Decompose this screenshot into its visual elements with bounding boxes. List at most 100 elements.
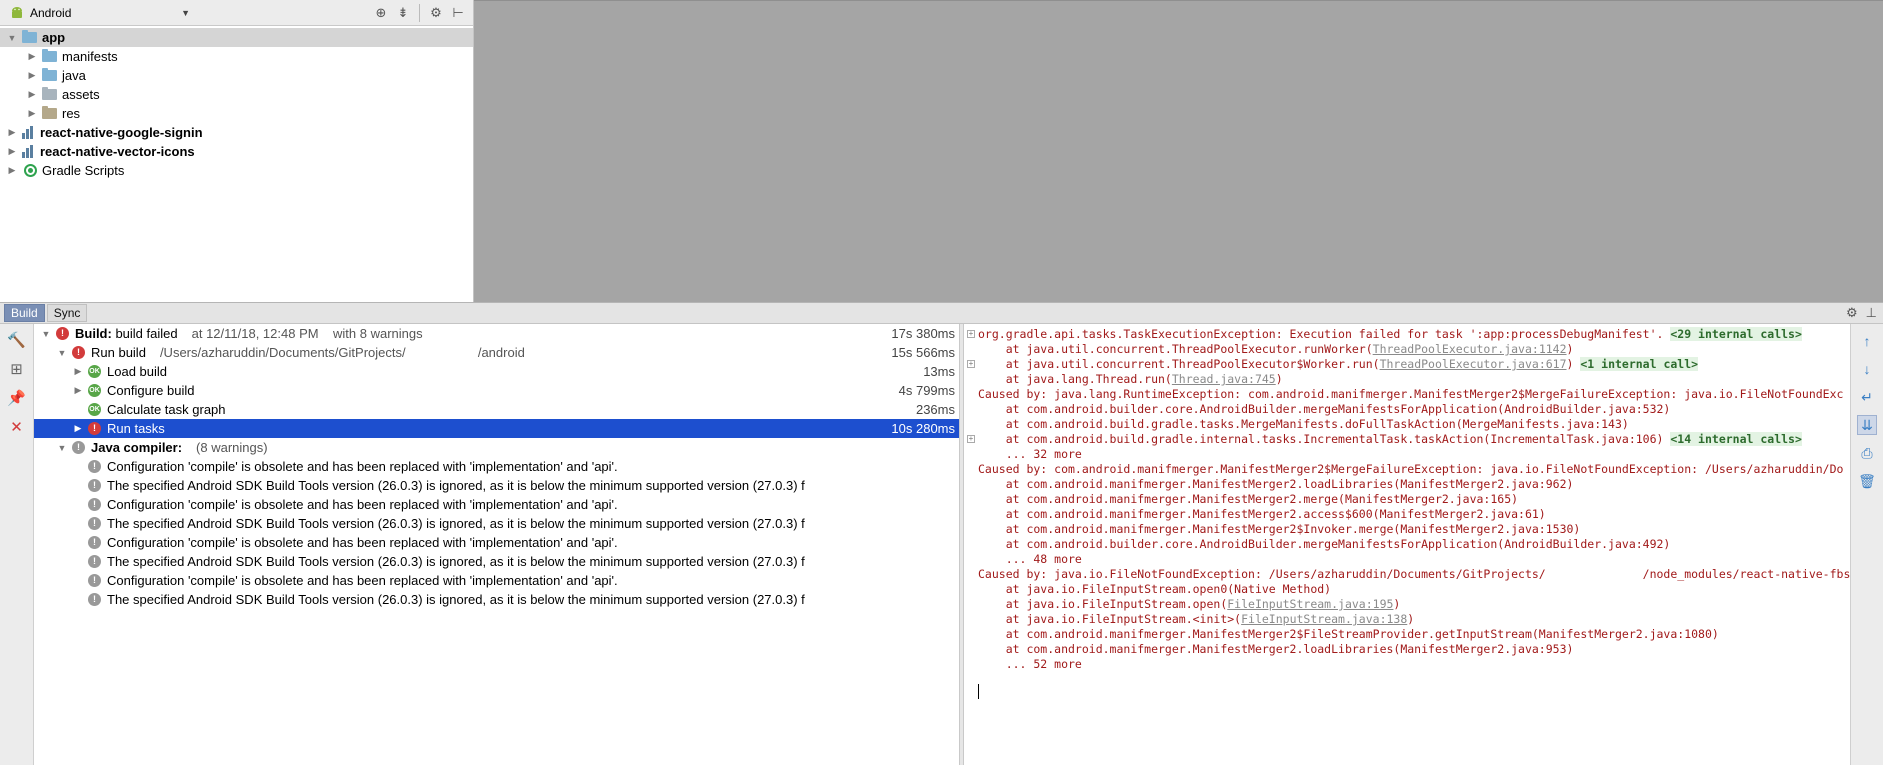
console-text: Caused by: java.io.FileNotFoundException…: [978, 567, 1850, 581]
build-tree-label: Java compiler:: [91, 440, 183, 455]
chevron-right-icon[interactable]: ▶: [6, 146, 18, 157]
chevron-right-icon[interactable]: ▶: [6, 165, 18, 176]
print-icon[interactable]: ⎙: [1857, 443, 1877, 463]
build-tree-row[interactable]: ▼! Build: build failed at 12/11/18, 12:48 …: [34, 324, 959, 343]
build-tree-row[interactable]: ! The specified Android SDK Build Tools v…: [34, 552, 959, 571]
pin-icon[interactable]: 📌: [7, 388, 27, 408]
folder-icon: [22, 30, 37, 43]
duration-label: 4s 799ms: [898, 383, 955, 398]
project-tree-label: java: [62, 68, 86, 83]
chevron-right-icon[interactable]: ▶: [26, 108, 38, 119]
fold-toggle-icon[interactable]: +: [967, 360, 975, 368]
chevron-down-icon[interactable]: ▼: [6, 33, 18, 43]
chevron-right-icon[interactable]: ▶: [26, 70, 38, 81]
scroll-to-end-icon[interactable]: ⇊: [1857, 415, 1877, 435]
project-tree-item[interactable]: ▶ react-native-google-signin: [0, 123, 473, 142]
duration-label: 13ms: [923, 364, 955, 379]
fold-toggle-icon[interactable]: +: [967, 330, 975, 338]
chevron-right-icon[interactable]: ▶: [6, 127, 18, 138]
console-line: at com.android.build.gradle.internal.tas…: [978, 432, 1850, 447]
console-text: at com.android.builder.core.AndroidBuild…: [978, 402, 1671, 416]
chevron-right-icon[interactable]: ▶: [72, 366, 84, 377]
chevron-down-icon[interactable]: ▼: [56, 348, 68, 358]
stop-icon[interactable]: ✕: [7, 417, 27, 437]
tab-sync[interactable]: Sync: [46, 304, 88, 322]
console-text: at java.lang.Thread.run(: [978, 372, 1172, 386]
trash-icon[interactable]: 🗑: [1857, 471, 1877, 491]
tab-build[interactable]: Build: [4, 304, 45, 322]
project-tree-item[interactable]: ▼ app: [0, 28, 473, 47]
target-icon[interactable]: ⊕: [372, 4, 390, 22]
rebuild-hammer-icon[interactable]: 🔨: [7, 330, 27, 350]
console-line: at com.android.build.gradle.tasks.MergeM…: [978, 417, 1850, 432]
toggle-view-icon[interactable]: ⊞: [7, 359, 27, 379]
internal-calls-badge[interactable]: <29 internal calls>: [1670, 327, 1802, 341]
project-tree-item[interactable]: ▶ manifests: [0, 47, 473, 66]
project-tree-item[interactable]: ▶ assets: [0, 85, 473, 104]
project-tree-item[interactable]: ▶ Gradle Scripts: [0, 161, 473, 180]
chevron-right-icon[interactable]: ▶: [72, 385, 84, 396]
build-tree-row[interactable]: ! Configuration 'compile' is obsolete and…: [34, 533, 959, 552]
build-console[interactable]: + + + org.gradle.api.tasks.TaskExecutionEx…: [964, 324, 1850, 765]
build-tree-row[interactable]: ! The specified Android SDK Build Tools v…: [34, 476, 959, 495]
project-view-selector[interactable]: Android ▼: [10, 6, 190, 20]
folder-icon: [42, 68, 57, 81]
build-output-tree: ▼! Build: build failed at 12/11/18, 12:48 …: [34, 324, 959, 765]
chevron-down-icon[interactable]: ▼: [56, 443, 68, 453]
console-text: at com.android.build.gradle.tasks.MergeM…: [978, 417, 1629, 431]
console-text: at java.util.concurrent.ThreadPoolExecut…: [978, 342, 1373, 356]
stacktrace-link[interactable]: ThreadPoolExecutor.java:1142: [1373, 342, 1567, 356]
chevron-down-icon[interactable]: ▼: [40, 329, 52, 339]
build-tree-row[interactable]: ! The specified Android SDK Build Tools v…: [34, 514, 959, 533]
up-arrow-icon[interactable]: ↑: [1857, 331, 1877, 351]
hide-panel-icon[interactable]: ⊢: [449, 4, 467, 22]
project-view-label: Android: [30, 5, 72, 20]
build-tree-row[interactable]: ▶ OK Configure build 4s 799ms: [34, 381, 959, 400]
console-text: at java.io.FileInputStream.<init>(: [978, 612, 1242, 626]
console-line: ... 32 more: [978, 447, 1850, 462]
project-tree-label: assets: [62, 87, 100, 102]
chevron-right-icon[interactable]: ▶: [26, 51, 38, 62]
duration-label: 17s 380ms: [891, 326, 955, 341]
build-tree-row[interactable]: ! The specified Android SDK Build Tools v…: [34, 590, 959, 609]
build-tree-row[interactable]: ! Configuration 'compile' is obsolete and…: [34, 571, 959, 590]
project-tree-item[interactable]: ▶ react-native-vector-icons: [0, 142, 473, 161]
stacktrace-link[interactable]: Thread.java:745: [1172, 372, 1276, 386]
stacktrace-link[interactable]: FileInputStream.java:138: [1241, 612, 1407, 626]
gear-icon[interactable]: ⚙: [1846, 305, 1858, 321]
stacktrace-link[interactable]: FileInputStream.java:195: [1227, 597, 1393, 611]
build-tree-row[interactable]: ! Configuration 'compile' is obsolete and…: [34, 495, 959, 514]
console-text: ): [1566, 342, 1574, 356]
console-text: at com.android.manifmerger.ManifestMerge…: [978, 522, 1581, 536]
build-tree-row[interactable]: ▼! Java compiler: (8 warnings): [34, 438, 959, 457]
soft-wrap-icon[interactable]: ↵: [1857, 387, 1877, 407]
build-tree-row[interactable]: ▶! Run tasks 10s 280ms: [34, 419, 959, 438]
chevron-right-icon[interactable]: ▶: [26, 89, 38, 100]
build-tree-row[interactable]: OK Calculate task graph 236ms: [34, 400, 959, 419]
fold-toggle-icon[interactable]: +: [967, 435, 975, 443]
console-text: at com.android.manifmerger.ManifestMerge…: [978, 627, 1719, 641]
console-gutter: + + +: [964, 324, 978, 765]
warning-icon: !: [88, 479, 101, 492]
ok-icon: OK: [88, 365, 101, 378]
console-line: org.gradle.api.tasks.TaskExecutionExcept…: [978, 327, 1850, 342]
project-tree-label: res: [62, 106, 81, 121]
collapse-all-icon[interactable]: ⇟: [394, 4, 412, 22]
warning-icon: !: [72, 441, 85, 454]
minimize-panel-icon[interactable]: ⊥: [1866, 305, 1877, 321]
internal-calls-badge[interactable]: <1 internal call>: [1580, 357, 1699, 371]
internal-calls-badge[interactable]: <14 internal calls>: [1670, 432, 1802, 446]
ok-icon: OK: [88, 403, 101, 416]
down-arrow-icon[interactable]: ↓: [1857, 359, 1877, 379]
project-tree-item[interactable]: ▶ java: [0, 66, 473, 85]
console-text: ): [1393, 597, 1401, 611]
stacktrace-link[interactable]: ThreadPoolExecutor.java:617: [1380, 357, 1567, 371]
chevron-right-icon[interactable]: ▶: [72, 423, 84, 434]
build-tree-row[interactable]: ▼! Run build/Users/azharuddin/Documents/G…: [34, 343, 959, 362]
build-tree-row[interactable]: ! Configuration 'compile' is obsolete and…: [34, 457, 959, 476]
gear-icon[interactable]: ⚙: [427, 4, 445, 22]
console-text: ): [1566, 357, 1581, 371]
project-tree-item[interactable]: ▶ res: [0, 104, 473, 123]
build-tree-row[interactable]: ▶ OK Load build 13ms: [34, 362, 959, 381]
folder-icon: [42, 106, 57, 119]
